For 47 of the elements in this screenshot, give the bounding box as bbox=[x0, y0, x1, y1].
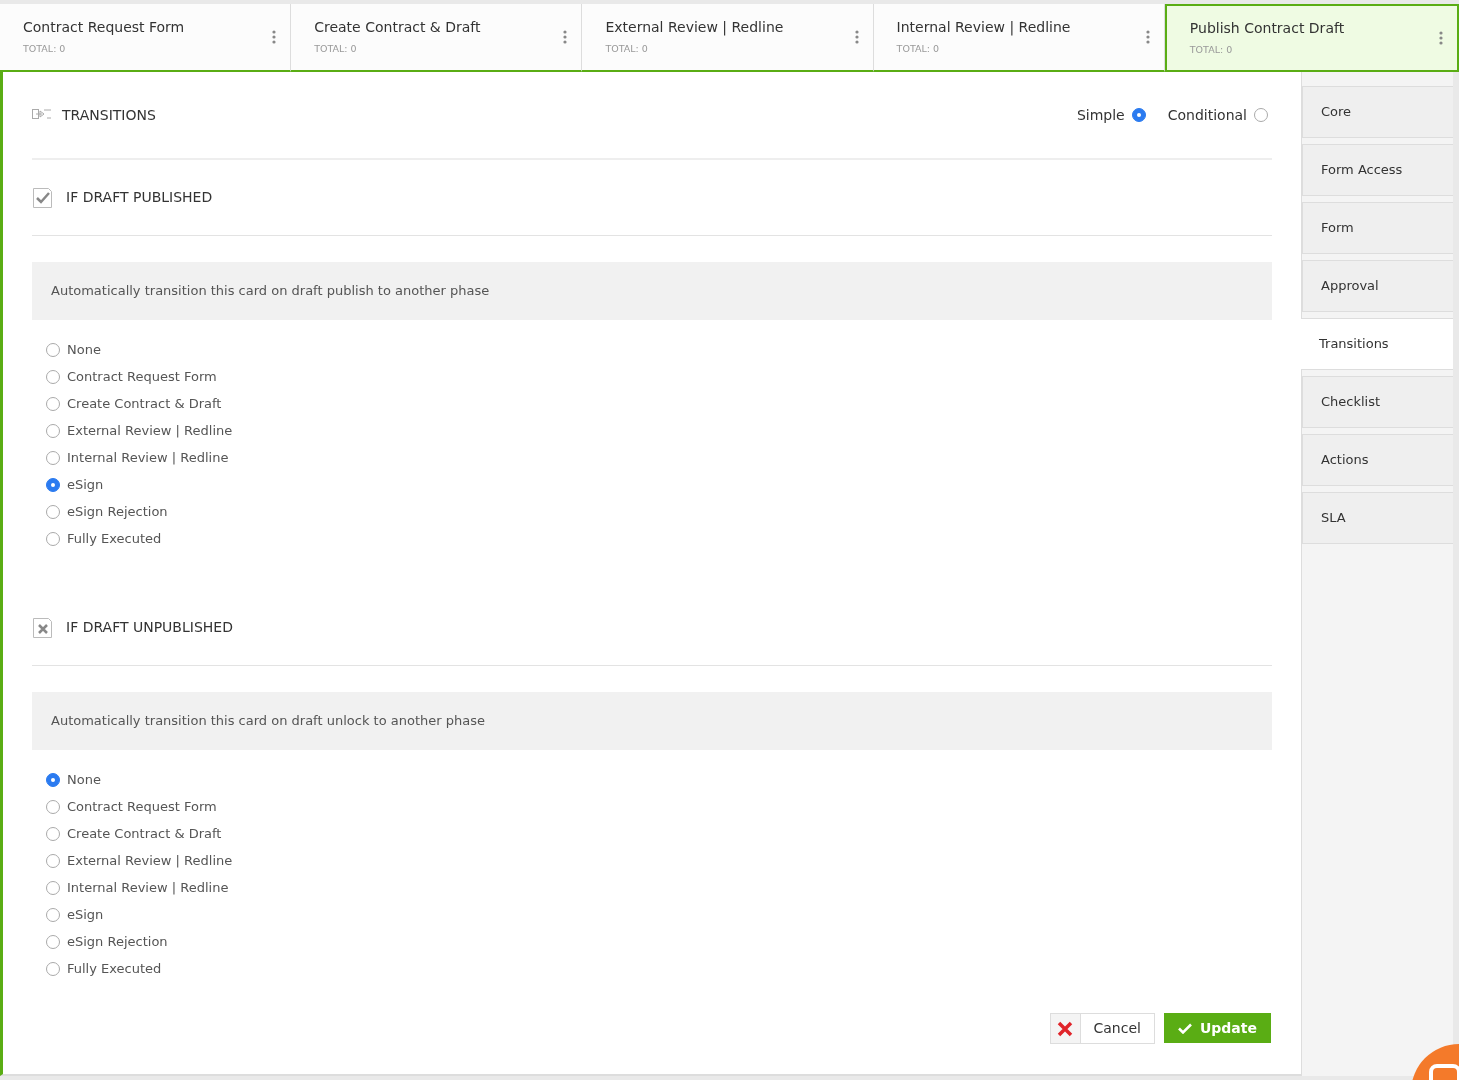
phase-tab[interactable]: External Review | Redline TOTAL: 0 bbox=[582, 4, 874, 72]
section-title: IF DRAFT UNPUBLISHED bbox=[66, 618, 233, 637]
phase-radio-option[interactable]: Contract Request Form bbox=[46, 793, 1272, 820]
phase-tab[interactable]: Contract Request Form TOTAL: 0 bbox=[0, 4, 292, 72]
phase-total: TOTAL: 0 bbox=[896, 42, 940, 57]
description-text: Automatically transition this card on draft publish to another phase bbox=[32, 262, 1272, 320]
section-title: IF DRAFT PUBLISHED bbox=[66, 188, 213, 207]
phase-radio-option[interactable]: None bbox=[46, 336, 1272, 363]
description-text: Automatically transition this card on draft unlock to another phase bbox=[32, 692, 1272, 750]
sidebar-tab[interactable]: Form bbox=[1302, 202, 1453, 254]
phase-total: TOTAL: 0 bbox=[314, 42, 358, 57]
phase-title: Contract Request Form bbox=[23, 18, 185, 38]
phase-radio-option[interactable]: External Review | Redline bbox=[46, 847, 1272, 874]
phase-radio-option[interactable]: External Review | Redline bbox=[46, 417, 1272, 444]
phase-radio-option[interactable]: eSign Rejection bbox=[46, 928, 1272, 955]
phase-radio-option[interactable]: Internal Review | Redline bbox=[46, 874, 1272, 901]
phase-radio-option[interactable]: eSign Rejection bbox=[46, 498, 1272, 525]
phase-title: Create Contract & Draft bbox=[314, 18, 481, 38]
phase-title: External Review | Redline bbox=[605, 18, 784, 38]
phase-radio-option[interactable]: Create Contract & Draft bbox=[46, 390, 1272, 417]
section-title: TRANSITIONS bbox=[62, 105, 156, 125]
sidebar-tab[interactable]: Checklist bbox=[1302, 376, 1453, 428]
phase-radio-option[interactable]: Internal Review | Redline bbox=[46, 444, 1272, 471]
phase-total: TOTAL: 0 bbox=[1189, 43, 1234, 58]
mode-radio[interactable]: Simple bbox=[1076, 104, 1146, 126]
phase-radio-option[interactable]: Contract Request Form bbox=[46, 363, 1272, 390]
phase-title: Internal Review | Redline bbox=[896, 18, 1071, 38]
sidebar-tab[interactable]: Actions bbox=[1302, 434, 1453, 486]
sidebar-tab[interactable]: Form Access bbox=[1302, 144, 1453, 196]
sidebar-tab[interactable]: SLA bbox=[1302, 492, 1453, 544]
phase-tab[interactable]: Internal Review | Redline TOTAL: 0 bbox=[873, 4, 1165, 72]
phase-total: TOTAL: 0 bbox=[23, 42, 67, 57]
phase-radio-option[interactable]: None bbox=[46, 766, 1272, 793]
phase-radio-option[interactable]: eSign bbox=[46, 901, 1272, 928]
phase-title: Publish Contract Draft bbox=[1189, 19, 1345, 39]
phase-tab[interactable]: Publish Contract Draft TOTAL: 0 bbox=[1164, 4, 1459, 72]
sidebar-tab[interactable]: Transitions bbox=[1301, 318, 1453, 370]
sidebar-tab[interactable]: Approval bbox=[1302, 260, 1453, 312]
mode-radio[interactable]: Conditional bbox=[1167, 104, 1268, 126]
phase-tab[interactable]: Create Contract & Draft TOTAL: 0 bbox=[291, 4, 583, 72]
phase-radio-option[interactable]: Create Contract & Draft bbox=[46, 820, 1272, 847]
phase-total: TOTAL: 0 bbox=[605, 42, 649, 57]
sidebar-tab[interactable]: Core bbox=[1302, 86, 1453, 138]
phase-radio-option[interactable]: Fully Executed bbox=[46, 955, 1272, 982]
cancel-button[interactable]: Cancel bbox=[1049, 1013, 1155, 1044]
phase-radio-option[interactable]: eSign bbox=[46, 471, 1272, 498]
phase-radio-option[interactable]: Fully Executed bbox=[46, 525, 1272, 552]
